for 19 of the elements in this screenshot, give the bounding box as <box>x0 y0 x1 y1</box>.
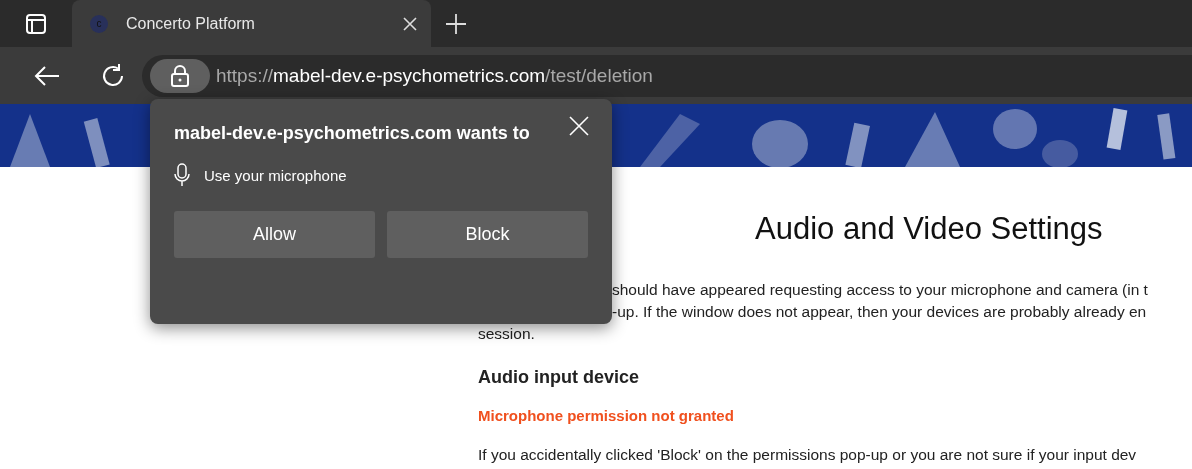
microphone-icon <box>174 163 190 187</box>
tab-title: Concerto Platform <box>126 14 256 33</box>
browser-tab[interactable]: c Concerto Platform <box>72 0 431 47</box>
intro-line: session. <box>478 324 536 344</box>
lock-icon[interactable] <box>150 58 210 93</box>
intro-line: should have appeared requesting access to your microphone and camera (in t <box>611 280 1149 300</box>
popup-title: mabel-dev.e-psychometrics.com wants to <box>174 122 531 145</box>
url-text: https://mabel-dev.e-psychometrics.com/test/deletion <box>216 64 653 87</box>
request-text: Use your microphone <box>204 166 347 184</box>
block-button[interactable]: Block <box>387 211 588 258</box>
address-bar[interactable]: https://mabel-dev.e-psychometrics.com/test/deletion <box>142 54 1192 97</box>
help-text: If you accidentally clicked 'Block' on the permissions pop-up or you are not sure if your input dev <box>478 446 1138 464</box>
favicon: c <box>90 14 108 33</box>
close-icon[interactable] <box>403 16 417 31</box>
section-heading: Audio input device <box>478 366 640 389</box>
allow-button[interactable]: Allow <box>174 211 375 258</box>
intro-line: -up. If the window does not appear, then your devices are probably already en <box>611 302 1148 322</box>
page-heading: Audio and Video Settings <box>755 211 1104 247</box>
error-message: Microphone permission not granted <box>478 407 735 424</box>
